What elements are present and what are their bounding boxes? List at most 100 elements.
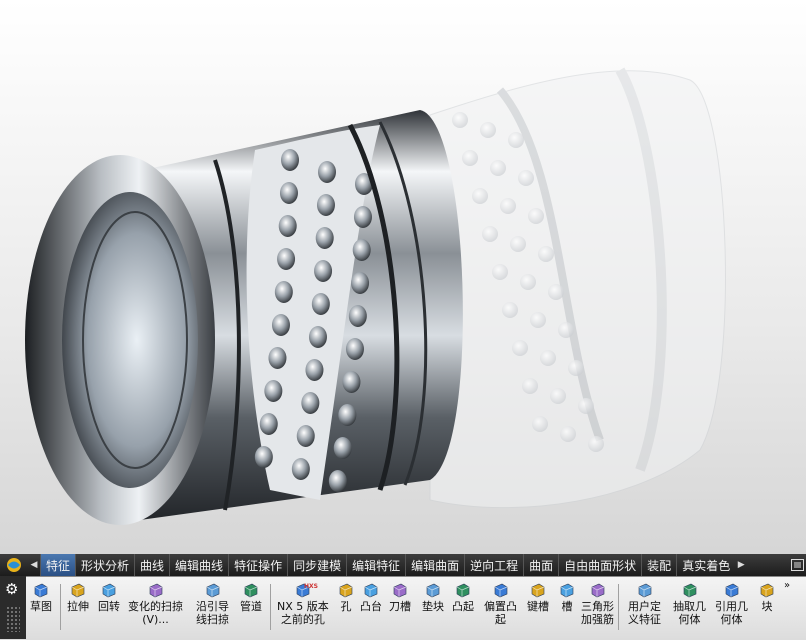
- tool-user-defined-feature-button[interactable]: 用户定 义特征: [628, 582, 661, 626]
- ball: [277, 248, 296, 270]
- ball: [278, 215, 297, 237]
- boss-icon: [362, 582, 380, 598]
- tool-label: 槽: [561, 600, 573, 613]
- tool-revolve-button[interactable]: 回转: [98, 582, 120, 613]
- ghost-ball: [462, 150, 478, 166]
- tab-10[interactable]: 自由曲面形状: [558, 554, 641, 576]
- tool-label: 线扫掠: [196, 613, 229, 626]
- ghost-ball: [518, 170, 534, 186]
- tool-offset-emboss-button[interactable]: 偏置凸起: [484, 582, 517, 626]
- tool-legacy-hole-button[interactable]: NX 5 版本 之前的孔: [277, 582, 329, 626]
- tool-slot-button[interactable]: 键槽: [527, 582, 549, 613]
- pad-icon: [424, 582, 442, 598]
- tab-1[interactable]: 形状分析: [75, 554, 134, 576]
- tool-sweep-along-guide-button[interactable]: 沿引导 线扫掠: [196, 582, 229, 626]
- ball: [333, 437, 352, 459]
- tab-2[interactable]: 曲线: [134, 554, 169, 576]
- tool-label: 拉伸: [67, 600, 89, 613]
- sketch-icon: [32, 582, 50, 598]
- ghost-ball: [512, 340, 528, 356]
- tool-label: 三角形: [581, 600, 614, 613]
- ball: [351, 272, 370, 294]
- ghost-ball: [482, 226, 498, 242]
- ribbon-separator: [618, 584, 619, 630]
- ghost-ball: [578, 398, 594, 414]
- ghost-ball: [510, 236, 526, 252]
- tool-boss-button[interactable]: 凸台: [360, 582, 382, 613]
- tab-8[interactable]: 逆向工程: [464, 554, 523, 576]
- tool-pocket-button[interactable]: 刀槽: [389, 582, 411, 613]
- tool-block-button[interactable]: 块: [758, 582, 776, 613]
- tool-extrude-button[interactable]: 拉伸: [67, 582, 89, 613]
- variational-sweep-icon: [147, 582, 165, 598]
- tool-pad-button[interactable]: 垫块: [422, 582, 444, 613]
- tool-hole-button[interactable]: 孔: [337, 582, 355, 613]
- scroll-left-icon[interactable]: ◀: [28, 554, 40, 576]
- tool-label: 之前的孔: [280, 613, 325, 626]
- quick-access-sidebar: ⚙: [0, 576, 26, 639]
- ball: [342, 371, 361, 393]
- grip-handle-icon[interactable]: [6, 606, 20, 632]
- ball: [264, 380, 283, 402]
- offset-emboss-icon: [492, 582, 510, 598]
- tube-icon: [242, 582, 260, 598]
- ball: [279, 182, 298, 204]
- ghost-body: [429, 67, 726, 509]
- ghost-ball: [538, 246, 554, 262]
- user-defined-feature-icon: [636, 582, 654, 598]
- ghost-ball: [530, 312, 546, 328]
- ghost-ball: [472, 188, 488, 204]
- tool-label: 孔: [340, 600, 352, 613]
- tab-6[interactable]: 编辑特征: [346, 554, 405, 576]
- tool-emboss-button[interactable]: 凸起: [452, 582, 474, 613]
- tab-5[interactable]: 同步建模: [287, 554, 346, 576]
- ball: [308, 326, 327, 348]
- tool-instance-geometry-button[interactable]: 引用几 何体: [715, 582, 748, 626]
- ghost-ball: [508, 132, 524, 148]
- tab-4[interactable]: 特征操作: [228, 554, 287, 576]
- ball: [345, 338, 364, 360]
- bearing-model: [25, 67, 726, 525]
- tool-dart-button[interactable]: 三角形 加强筋: [581, 582, 614, 626]
- ball: [348, 305, 367, 327]
- pocket-icon: [391, 582, 409, 598]
- ribbon-options-icon[interactable]: [788, 554, 806, 576]
- ghost-ball: [502, 302, 518, 318]
- ghost-ball: [560, 426, 576, 442]
- tool-label: 键槽: [527, 600, 549, 613]
- tool-label: 管道: [240, 600, 262, 613]
- tool-label: 凸台: [360, 600, 382, 613]
- tool-tube-button[interactable]: 管道: [240, 582, 262, 613]
- dart-icon: [589, 582, 607, 598]
- ball: [316, 194, 335, 216]
- ghost-ball: [500, 198, 516, 214]
- tool-label: 偏置凸: [484, 600, 517, 613]
- tool-label: (V)...: [142, 613, 169, 626]
- tool-label: 何体: [720, 613, 743, 626]
- extrude-icon: [69, 582, 87, 598]
- tool-label: 刀槽: [389, 600, 411, 613]
- ball: [353, 206, 372, 228]
- tab-11[interactable]: 装配: [641, 554, 676, 576]
- tab-9[interactable]: 曲面: [523, 554, 558, 576]
- tab-12[interactable]: 真实着色: [676, 554, 735, 576]
- tool-label: 变化的扫掠: [128, 600, 183, 613]
- scroll-right-icon[interactable]: ▶: [735, 554, 747, 576]
- ball: [328, 470, 347, 492]
- tab-0[interactable]: 特征: [40, 554, 76, 576]
- tool-label: 用户定: [628, 600, 661, 613]
- ball: [291, 458, 310, 480]
- gear-icon[interactable]: ⚙: [5, 580, 18, 598]
- tab-3[interactable]: 编辑曲线: [169, 554, 228, 576]
- ball: [301, 392, 320, 414]
- instance-geometry-icon: [723, 582, 741, 598]
- tab-7[interactable]: 编辑曲面: [405, 554, 464, 576]
- more-tools-icon[interactable]: »: [784, 580, 790, 591]
- tool-groove-button[interactable]: 槽: [558, 582, 576, 613]
- tool-sketch-button[interactable]: 草图: [30, 582, 52, 613]
- tool-variational-sweep-button[interactable]: 变化的扫掠 (V)...: [128, 582, 183, 626]
- graphics-viewport[interactable]: [0, 0, 806, 554]
- nx-logo-icon[interactable]: [0, 554, 28, 576]
- tool-extract-geometry-button[interactable]: 抽取几 何体: [673, 582, 706, 626]
- ghost-ball: [550, 388, 566, 404]
